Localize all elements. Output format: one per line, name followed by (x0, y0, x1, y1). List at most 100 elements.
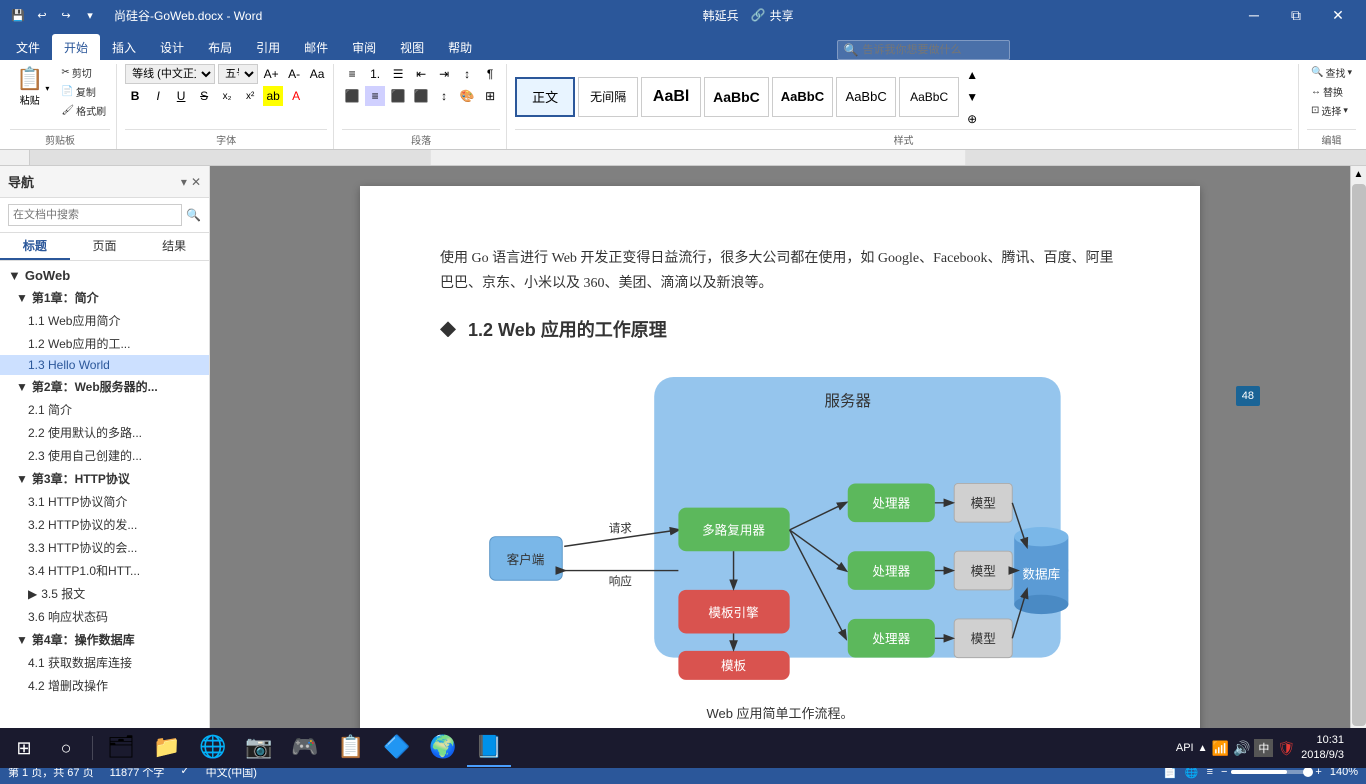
undo-quick-btn[interactable]: ↩ (32, 5, 52, 25)
align-right-button[interactable]: ⬛ (388, 86, 408, 106)
find-button[interactable]: 🔍 查找▾ (1307, 64, 1356, 81)
nav-item-s12[interactable]: 1.2 Web应用的工... (0, 332, 209, 355)
shrink-font-button[interactable]: A- (284, 64, 304, 84)
restore-button[interactable]: ⧉ (1276, 0, 1316, 30)
style-normal[interactable]: 正文 (515, 77, 575, 117)
style-h5[interactable]: AaBbC (899, 77, 959, 117)
menu-tab-references[interactable]: 引用 (244, 34, 292, 60)
line-spacing-button[interactable]: ↕ (434, 86, 454, 106)
style-scroll-up[interactable]: ▲ (962, 65, 982, 85)
save-quick-btn[interactable]: 💾 (8, 5, 28, 25)
shading-button[interactable]: 🎨 (457, 86, 477, 106)
nav-item-ch3[interactable]: ▼ 第3章：HTTP协议 (0, 467, 209, 490)
taskbar-app-folder[interactable]: 📁 (145, 729, 189, 767)
close-button[interactable]: ✕ (1318, 0, 1358, 30)
style-no-spacing[interactable]: 无间隔 (578, 77, 638, 117)
redo-quick-btn[interactable]: ↪ (56, 5, 76, 25)
font-family-select[interactable]: 等线 (中文正文) (125, 64, 215, 84)
nav-item-s13[interactable]: 1.3 Hello World (0, 355, 209, 375)
menu-tab-home[interactable]: 开始 (52, 34, 100, 60)
nav-item-s41[interactable]: 4.1 获取数据库连接 (0, 651, 209, 674)
subscript-button[interactable]: x₂ (217, 86, 237, 106)
system-clock[interactable]: 10:31 2018/9/3 (1301, 733, 1344, 764)
zoom-thumb[interactable] (1303, 767, 1313, 777)
strikethrough-button[interactable]: S (194, 86, 214, 106)
nav-item-s33[interactable]: 3.3 HTTP协议的会... (0, 536, 209, 559)
font-size-select[interactable]: 五号 (218, 64, 258, 84)
menu-tab-mailing[interactable]: 邮件 (292, 34, 340, 60)
taskbar-app-vs[interactable]: 🔷 (375, 729, 419, 767)
select-button[interactable]: ⊡ 选择▾ (1307, 102, 1352, 119)
menu-tab-view[interactable]: 视图 (388, 34, 436, 60)
nav-item-ch1[interactable]: ▼ 第1章：简介 (0, 286, 209, 309)
bold-button[interactable]: B (125, 86, 145, 106)
borders-button[interactable]: ⊞ (480, 86, 500, 106)
style-more[interactable]: ⊕ (962, 109, 982, 129)
nav-item-s34[interactable]: 3.4 HTTP1.0和HTT... (0, 559, 209, 582)
copy-button[interactable]: 📄复制 (57, 83, 110, 100)
font-color-button[interactable]: A (286, 86, 306, 106)
taskbar-app-game[interactable]: 🎮 (283, 729, 327, 767)
grow-font-button[interactable]: A+ (261, 64, 281, 84)
nav-item-ch2[interactable]: ▼ 第2章：Web服务器的... (0, 375, 209, 398)
show-formatting-button[interactable]: ¶ (480, 64, 500, 84)
taskbar-app-photo[interactable]: 📷 (237, 729, 281, 767)
start-button[interactable]: ⊞ (4, 729, 44, 767)
menu-tab-design[interactable]: 设计 (148, 34, 196, 60)
taskbar-app-file-explorer[interactable]: 🗂 (99, 729, 143, 767)
indent-increase-button[interactable]: ⇥ (434, 64, 454, 84)
nav-tab-headings[interactable]: 标题 (0, 233, 70, 260)
ribbon-search-input[interactable] (863, 44, 1003, 56)
style-h4[interactable]: AaBbC (836, 77, 896, 117)
menu-tab-review[interactable]: 审阅 (340, 34, 388, 60)
nav-item-s32[interactable]: 3.2 HTTP协议的发... (0, 513, 209, 536)
nav-search-input[interactable] (8, 204, 182, 226)
nav-close-btn[interactable]: ✕ (191, 175, 201, 189)
menu-tab-help[interactable]: 帮助 (436, 34, 484, 60)
nav-item-s35[interactable]: ▶ 3.5 报文 (0, 582, 209, 605)
nav-item-s42[interactable]: 4.2 增删改操作 (0, 674, 209, 697)
ribbon-search[interactable]: 🔍 (837, 40, 1010, 60)
paste-button[interactable]: 📋 粘贴 ▾ (10, 64, 55, 109)
list-bullet-button[interactable]: ≡ (342, 64, 362, 84)
underline-button[interactable]: U (171, 86, 191, 106)
style-h2[interactable]: AaBbC (704, 77, 769, 117)
input-method[interactable]: 中 (1254, 739, 1273, 757)
style-h3[interactable]: AaBbC (772, 77, 833, 117)
share-label[interactable]: 共享 (770, 7, 794, 24)
clear-format-button[interactable]: Aa (307, 64, 327, 84)
nav-search-icon[interactable]: 🔍 (186, 208, 201, 222)
align-left-button[interactable]: ⬛ (342, 86, 362, 106)
menu-tab-insert[interactable]: 插入 (100, 34, 148, 60)
nav-tab-pages[interactable]: 页面 (70, 233, 140, 260)
highlight-button[interactable]: ab (263, 86, 283, 106)
menu-tab-layout[interactable]: 布局 (196, 34, 244, 60)
nav-item-s11[interactable]: 1.1 Web应用简介 (0, 309, 209, 332)
list-multi-button[interactable]: ☰ (388, 64, 408, 84)
minimize-button[interactable]: ─ (1234, 0, 1274, 30)
nav-item-s36[interactable]: 3.6 响应状态码 (0, 605, 209, 628)
style-h1[interactable]: AaBl (641, 77, 701, 117)
taskbar-app-chrome[interactable]: 🌍 (421, 729, 465, 767)
nav-item-s23[interactable]: 2.3 使用自己创建的... (0, 444, 209, 467)
list-number-button[interactable]: 1. (365, 64, 385, 84)
scroll-thumb[interactable] (1352, 184, 1366, 726)
sort-button[interactable]: ↕ (457, 64, 477, 84)
taskbar-app-word[interactable]: 📘 (467, 729, 511, 767)
nav-item-ch4[interactable]: ▼ 第4章：操作数据库 (0, 628, 209, 651)
customize-quick-btn[interactable]: ▾ (80, 5, 100, 25)
taskbar-app-browser[interactable]: 🌐 (191, 729, 235, 767)
document-area[interactable]: 使用 Go 语言进行 Web 开发正变得日益流行，很多大公司都在使用，如 Goo… (210, 166, 1350, 744)
vertical-scrollbar[interactable]: ▲ ▼ (1350, 166, 1366, 744)
nav-settings-btn[interactable]: ▾ (181, 175, 187, 189)
nav-item-s31[interactable]: 3.1 HTTP协议简介 (0, 490, 209, 513)
cut-button[interactable]: ✂剪切 (57, 64, 110, 81)
justify-button[interactable]: ⬛ (411, 86, 431, 106)
nav-item-s22[interactable]: 2.2 使用默认的多路... (0, 421, 209, 444)
indent-decrease-button[interactable]: ⇤ (411, 64, 431, 84)
superscript-button[interactable]: x² (240, 86, 260, 106)
nav-item-goweb[interactable]: ▼ GoWeb (0, 265, 209, 286)
style-scroll-down[interactable]: ▼ (962, 87, 982, 107)
nav-item-s21[interactable]: 2.1 简介 (0, 398, 209, 421)
nav-tab-results[interactable]: 结果 (139, 233, 209, 260)
